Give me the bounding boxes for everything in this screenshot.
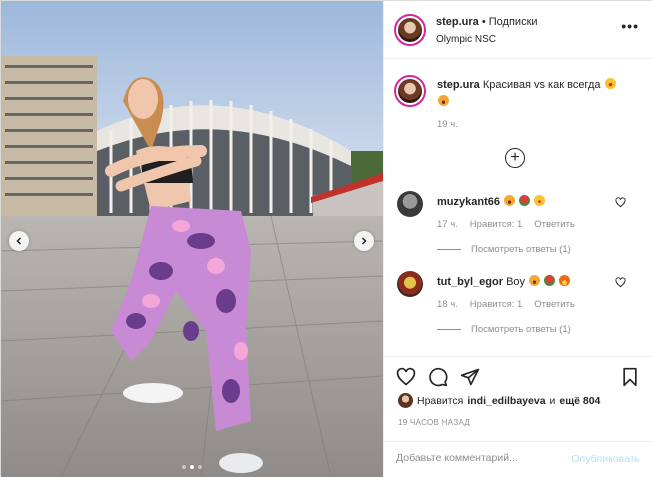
comment-text: tut_byl_egor Boy bbox=[437, 275, 571, 288]
load-more-comments-button[interactable]: + bbox=[505, 148, 525, 168]
rose-emoji-icon bbox=[519, 195, 531, 206]
caption-author-avatar[interactable] bbox=[394, 75, 426, 107]
smiling-face-emoji-icon bbox=[438, 95, 449, 106]
like-comment-heart-icon[interactable] bbox=[615, 277, 626, 288]
comment-bubble-icon[interactable] bbox=[428, 367, 448, 387]
post-side-panel: step.ura • Подписки Olympic NSC ••• step… bbox=[383, 1, 652, 477]
caption-body: Красивая vs как всегда bbox=[482, 79, 601, 91]
post-time-ago[interactable]: 19 ЧАСОВ НАЗАД bbox=[398, 418, 470, 427]
more-options-icon[interactable]: ••• bbox=[621, 19, 639, 33]
carousel-dot bbox=[182, 465, 186, 469]
following-label[interactable]: • Подписки bbox=[482, 16, 538, 28]
liker-username[interactable]: indi_edilbayeva bbox=[467, 395, 545, 407]
view-replies-label: Посмотреть ответы (1) bbox=[471, 244, 571, 255]
view-replies-button[interactable]: Посмотреть ответы (1) bbox=[437, 244, 571, 255]
rose-emoji-icon bbox=[544, 275, 556, 286]
post-header: step.ura • Подписки Olympic NSC ••• bbox=[384, 1, 652, 59]
comment-meta: 18 ч. Нравится: 1 Ответить bbox=[437, 299, 575, 310]
caption-username[interactable]: step.ura bbox=[437, 79, 480, 91]
chevron-right-icon bbox=[361, 237, 367, 245]
like-comment-heart-icon[interactable] bbox=[615, 197, 626, 208]
author-username[interactable]: step.ura bbox=[436, 16, 479, 28]
comment-body: Boy bbox=[506, 276, 526, 288]
chevron-left-icon bbox=[16, 237, 22, 245]
next-photo-button[interactable] bbox=[354, 231, 374, 251]
comment-username[interactable]: tut_byl_egor bbox=[437, 276, 503, 288]
liker-avatar bbox=[398, 393, 413, 408]
view-replies-button[interactable]: Посмотреть ответы (1) bbox=[437, 324, 571, 335]
reply-button[interactable]: Ответить bbox=[534, 219, 575, 230]
caption-text: step.ura Красивая vs как всегда bbox=[437, 77, 642, 111]
comment-time[interactable]: 18 ч. bbox=[437, 299, 458, 310]
share-paper-plane-icon[interactable] bbox=[460, 367, 480, 387]
photo-illustration bbox=[1, 1, 383, 477]
comments-list: step.ura Красивая vs как всегда 19 ч. + … bbox=[384, 60, 652, 356]
likes-connector: и bbox=[549, 394, 556, 407]
caption-time[interactable]: 19 ч. bbox=[437, 119, 458, 130]
commenter-avatar[interactable] bbox=[397, 191, 423, 217]
reply-button[interactable]: Ответить bbox=[534, 299, 575, 310]
add-comment-bar: Опубликовать bbox=[384, 441, 652, 477]
carousel-indicator bbox=[1, 465, 383, 469]
comment-likes[interactable]: Нравится: 1 bbox=[470, 219, 522, 230]
post-dialog: step.ura • Подписки Olympic NSC ••• step… bbox=[0, 0, 652, 477]
comment-likes[interactable]: Нравится: 1 bbox=[470, 299, 522, 310]
like-heart-icon[interactable] bbox=[396, 367, 416, 387]
post-location[interactable]: Olympic NSC bbox=[436, 34, 496, 45]
publish-button[interactable]: Опубликовать bbox=[571, 453, 640, 465]
comment-time[interactable]: 17 ч. bbox=[437, 219, 458, 230]
author-avatar[interactable] bbox=[394, 14, 426, 46]
author-name-row: step.ura • Подписки bbox=[436, 16, 538, 28]
comment-input[interactable] bbox=[396, 452, 556, 464]
comment-meta: 17 ч. Нравится: 1 Ответить bbox=[437, 219, 575, 230]
post-photo[interactable] bbox=[1, 1, 383, 477]
replies-divider bbox=[437, 249, 461, 250]
save-bookmark-icon[interactable] bbox=[620, 367, 640, 387]
previous-photo-button[interactable] bbox=[9, 231, 29, 251]
smiling-face-emoji-icon bbox=[529, 275, 541, 286]
comment-item: muzykant66 17 ч. Нравится: 1 Ответить По… bbox=[384, 188, 652, 268]
laughing-emoji-icon bbox=[604, 78, 616, 89]
comment-username[interactable]: muzykant66 bbox=[437, 196, 500, 208]
view-replies-label: Посмотреть ответы (1) bbox=[471, 324, 571, 335]
comment-text: muzykant66 bbox=[437, 195, 546, 208]
likes-count[interactable]: ещё 804 bbox=[559, 395, 600, 407]
carousel-dot bbox=[198, 465, 202, 469]
likes-prefix: Нравится bbox=[417, 394, 464, 407]
smiling-face-emoji-icon bbox=[504, 195, 516, 206]
fire-emoji-icon bbox=[559, 275, 571, 286]
replies-divider bbox=[437, 329, 461, 330]
likes-summary[interactable]: Нравится indi_edilbayeva и ещё 804 bbox=[398, 393, 600, 408]
post-actions: Нравится indi_edilbayeva и ещё 804 19 ЧА… bbox=[384, 356, 652, 476]
comment-item: tut_byl_egor Boy 18 ч. Нравится: 1 Ответ… bbox=[384, 268, 652, 348]
carousel-dot bbox=[190, 465, 194, 469]
commenter-avatar[interactable] bbox=[397, 271, 423, 297]
winking-kiss-emoji-icon bbox=[534, 195, 546, 206]
